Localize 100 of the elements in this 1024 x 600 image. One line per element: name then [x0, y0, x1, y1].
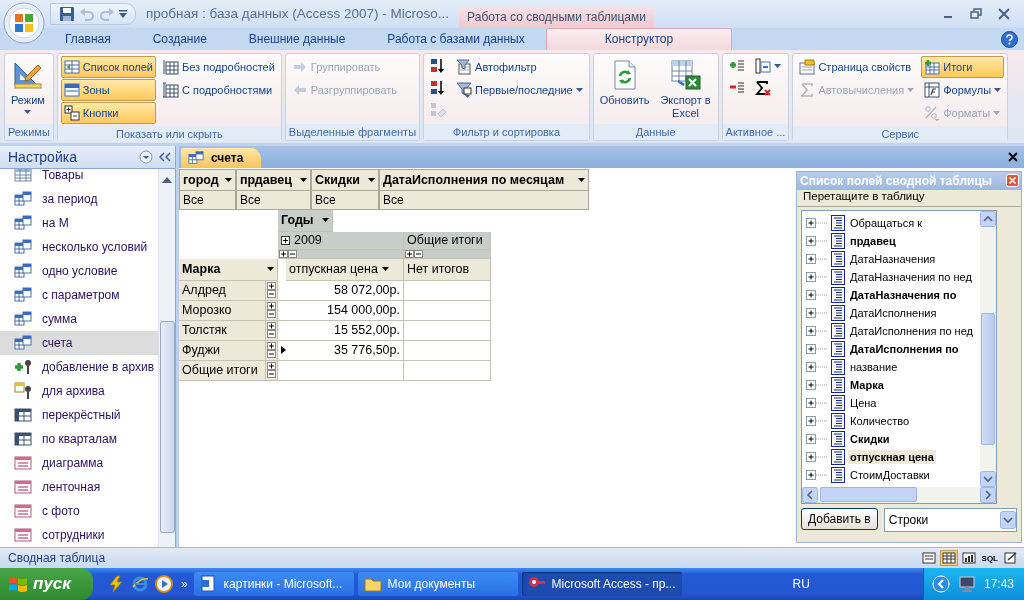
ribbon-button[interactable]: Список полей: [60, 55, 156, 78]
field-item[interactable]: ДатаНазначения по: [848, 287, 959, 302]
eraser-icon: [430, 102, 447, 119]
field-item[interactable]: Марка: [848, 377, 886, 392]
ribbon-button[interactable]: Режим: [8, 55, 48, 122]
ribbon-button[interactable]: Зоны: [60, 78, 156, 101]
scroll-left-icon[interactable]: [802, 486, 818, 503]
scroll-down-icon[interactable]: [980, 470, 996, 487]
navigation-item[interactable]: одно условие: [0, 258, 158, 283]
ribbon-button[interactable]: Обновить: [596, 55, 653, 122]
data-field-button[interactable]: отпускная цена: [286, 258, 404, 281]
field-item[interactable]: ДатаНазначения по нед: [848, 269, 974, 284]
view-button[interactable]: [939, 550, 958, 566]
scroll-up-icon[interactable]: [162, 176, 172, 183]
expand-collapse-icon[interactable]: [279, 249, 297, 258]
ribbon-button[interactable]: Экспорт в Excel: [656, 55, 715, 122]
close-button[interactable]: [1008, 151, 1018, 162]
language-indicator[interactable]: RU: [792, 577, 810, 591]
taskbar-button[interactable]: Мои документы: [357, 572, 518, 596]
navigation-item[interactable]: перекрёстный: [0, 402, 158, 427]
navigation-item[interactable]: сотрудники: [0, 522, 158, 547]
ribbon-button[interactable]: Формулы: [921, 78, 1005, 101]
help-icon[interactable]: [1001, 30, 1018, 48]
field-item[interactable]: ДатаНазначения: [848, 251, 938, 266]
taskbar-button[interactable]: Microsoft Access - пр...: [521, 572, 682, 596]
lightning-icon[interactable]: [106, 575, 125, 593]
field-item[interactable]: СтоимДоставки: [848, 467, 932, 482]
navigation-item[interactable]: с фото: [0, 498, 158, 523]
view-button[interactable]: SQL: [979, 550, 1000, 566]
scrollbar[interactable]: [980, 210, 996, 487]
field-item[interactable]: Цена: [848, 395, 879, 410]
filter-field-button[interactable]: ДатаИсполнения по месяцам: [379, 168, 589, 191]
group-label: Данные: [593, 123, 718, 140]
expand-icon[interactable]: [281, 235, 290, 245]
collapse-icon[interactable]: [159, 151, 171, 162]
navigation-item[interactable]: ленточная: [0, 474, 158, 499]
field-item[interactable]: прдавец: [848, 233, 898, 248]
navigation-item[interactable]: Товары: [0, 168, 158, 187]
scroll-up-icon[interactable]: [980, 210, 996, 227]
navigation-item[interactable]: счета: [0, 330, 158, 355]
field-item[interactable]: ДатаИсполнения по: [848, 341, 961, 356]
navigation-item[interactable]: с параметром: [0, 282, 158, 307]
field-item[interactable]: отпускная цена: [848, 449, 936, 464]
ribbon-button[interactable]: Без подробностей: [160, 55, 278, 78]
area-select[interactable]: Строки: [883, 507, 1017, 532]
ribbon-button[interactable]: Автофильтр: [453, 55, 586, 78]
ribbon-button[interactable]: Страница свойств: [796, 55, 918, 78]
sort-descending-icon: [430, 80, 447, 97]
ribbon-button[interactable]: Кнопки: [60, 101, 156, 124]
media-player-icon[interactable]: [154, 575, 173, 593]
more-button[interactable]: »: [180, 577, 188, 591]
view-button[interactable]: [959, 550, 978, 566]
add-to-button[interactable]: Добавить в: [801, 507, 878, 530]
field-item[interactable]: название: [848, 359, 900, 374]
dropdown-icon[interactable]: [139, 149, 153, 164]
show-hidden-icon[interactable]: [931, 575, 950, 593]
navigation-item[interactable]: для архива: [0, 378, 158, 403]
navigation-item[interactable]: диаграмма: [0, 450, 158, 475]
field-item[interactable]: Количество: [848, 413, 912, 428]
ribbon-tab[interactable]: Создание: [131, 27, 228, 50]
ribbon-tab[interactable]: Конструктор: [545, 27, 733, 50]
ribbon-button[interactable]: Итоги: [921, 55, 1005, 78]
navigation-item[interactable]: добавление в архив: [0, 354, 158, 379]
navigation-item[interactable]: на М: [0, 210, 158, 235]
filter-field-button[interactable]: Скидки: [311, 168, 379, 191]
restore-button[interactable]: [970, 7, 982, 20]
ribbon-button[interactable]: Первые/последние: [453, 78, 586, 101]
scroll-right-icon[interactable]: [980, 486, 996, 503]
dropdown-arrow-icon: [368, 177, 375, 182]
field-item[interactable]: Обращаться к: [848, 215, 925, 230]
scrollbar[interactable]: [158, 168, 175, 548]
customize-caret-icon[interactable]: [119, 9, 127, 18]
expand-collapse-icon[interactable]: [405, 249, 423, 258]
close-button[interactable]: [998, 7, 1010, 20]
row-field-button[interactable]: Марка: [179, 258, 278, 281]
start-button[interactable]: пуск: [0, 568, 93, 600]
filter-field-button[interactable]: город: [179, 168, 236, 191]
dropdown-arrow-icon: [381, 267, 389, 272]
ribbon-tab[interactable]: Главная: [44, 27, 132, 50]
navigation-item[interactable]: за период: [0, 186, 158, 211]
ribbon-button[interactable]: С подробностями: [160, 78, 278, 101]
window-title: пробная : база данных (Access 2007) - Microso...: [146, 6, 450, 22]
field-item[interactable]: ДатаИсполнения: [848, 305, 939, 320]
document-tab[interactable]: счета: [181, 147, 262, 168]
field-item[interactable]: ДатаИсполнения по нед: [848, 323, 975, 338]
navigation-item[interactable]: несколько условий: [0, 234, 158, 259]
field-item[interactable]: Скидки: [848, 431, 892, 446]
scrollbar[interactable]: [802, 486, 996, 503]
query-icon: [14, 285, 32, 304]
column-field-button[interactable]: Годы: [278, 209, 333, 232]
ribbon-tab[interactable]: Работа с базами данных: [366, 27, 546, 50]
column-label: 2009: [294, 233, 322, 248]
taskbar-button[interactable]: картинки - Microsoft...: [193, 572, 354, 596]
filter-field-button[interactable]: прдавец: [236, 168, 311, 191]
ribbon-tab[interactable]: Внешние данные: [227, 27, 367, 50]
navigation-item[interactable]: сумма: [0, 306, 158, 331]
navigation-item[interactable]: по кварталам: [0, 426, 158, 451]
browser-icon[interactable]: [130, 575, 149, 593]
network-icon[interactable]: [957, 575, 976, 593]
save-icon[interactable]: [59, 5, 75, 22]
